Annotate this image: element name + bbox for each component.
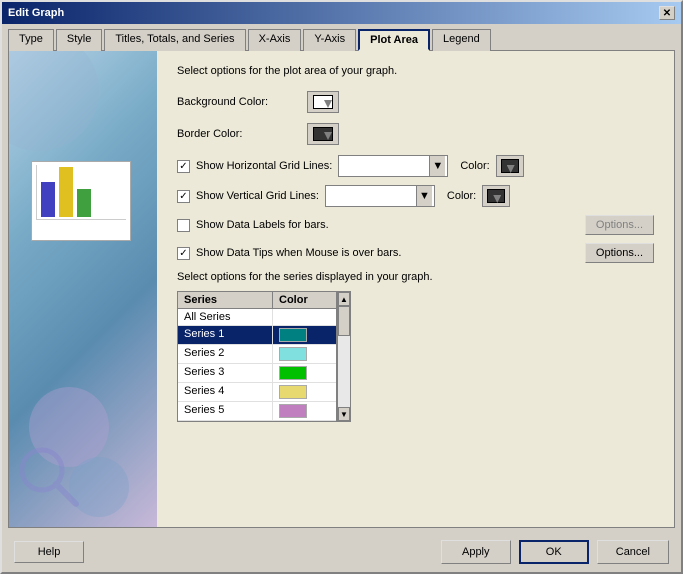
v-grid-color-button[interactable] xyxy=(482,185,510,207)
color-swatch xyxy=(279,347,307,361)
v-grid-row: Show Vertical Grid Lines: ▼ Color: xyxy=(177,185,654,207)
scrollbar-track[interactable] xyxy=(338,306,350,407)
right-buttons: Apply OK Cancel xyxy=(441,540,669,564)
series-cell-label: Series 2 xyxy=(178,345,273,363)
border-color-row: Border Color: xyxy=(177,123,654,145)
chart-preview-icon xyxy=(31,161,131,241)
scrollbar-up-button[interactable]: ▲ xyxy=(338,292,350,306)
series-cell-label: Series 5 xyxy=(178,402,273,420)
help-button[interactable]: Help xyxy=(14,541,84,563)
tab-titles[interactable]: Titles, Totals, and Series xyxy=(104,29,245,51)
window-title: Edit Graph xyxy=(8,7,64,19)
series-cell-color xyxy=(273,364,313,382)
table-row[interactable]: Series 2 xyxy=(178,345,336,364)
color-swatch xyxy=(279,385,307,399)
right-panel: Select options for the plot area of your… xyxy=(157,51,674,527)
h-grid-color-button[interactable] xyxy=(496,155,524,177)
left-panel xyxy=(9,51,157,527)
border-color-swatch xyxy=(313,127,333,141)
data-tips-options-button[interactable]: Options... xyxy=(585,243,654,263)
tabs-bar: Type Style Titles, Totals, and Series X-… xyxy=(2,24,681,50)
color-swatch xyxy=(279,328,307,342)
border-color-label: Border Color: xyxy=(177,128,307,140)
series-table-container: Series Color All Series Series 1 xyxy=(177,291,654,422)
v-grid-dropdown-arrow: ▼ xyxy=(416,186,432,206)
tab-style[interactable]: Style xyxy=(56,29,102,51)
section-description: Select options for the plot area of your… xyxy=(177,65,654,77)
v-grid-label: Show Vertical Grid Lines: xyxy=(196,190,319,202)
data-labels-row: Show Data Labels for bars. Options... xyxy=(177,215,654,235)
series-cell-color xyxy=(273,345,313,363)
h-grid-row: Show Horizontal Grid Lines: ▼ Color: xyxy=(177,155,654,177)
background-color-row: Background Color: xyxy=(177,91,654,113)
h-grid-label: Show Horizontal Grid Lines: xyxy=(196,160,332,172)
border-color-button[interactable] xyxy=(307,123,339,145)
v-grid-color-label: Color: xyxy=(447,190,476,202)
tab-type[interactable]: Type xyxy=(8,29,54,51)
v-grid-checkbox[interactable] xyxy=(177,190,190,203)
data-tips-row: Show Data Tips when Mouse is over bars. … xyxy=(177,243,654,263)
data-labels-checkbox[interactable] xyxy=(177,219,190,232)
series-cell-color xyxy=(273,383,313,401)
series-cell-color xyxy=(273,309,313,325)
series-cell-color xyxy=(273,402,313,420)
background-color-label: Background Color: xyxy=(177,96,307,108)
series-cell-label: Series 1 xyxy=(178,326,273,344)
tab-xaxis[interactable]: X-Axis xyxy=(248,29,302,51)
h-grid-color-swatch xyxy=(501,159,519,173)
table-row[interactable]: Series 5 xyxy=(178,402,336,421)
h-grid-color-label: Color: xyxy=(460,160,489,172)
series-cell-label: All Series xyxy=(178,309,273,325)
h-grid-style-dropdown[interactable]: ▼ xyxy=(338,155,448,177)
data-tips-label: Show Data Tips when Mouse is over bars. xyxy=(196,247,401,259)
color-col-header: Color xyxy=(273,292,328,308)
v-grid-color-swatch xyxy=(487,189,505,203)
tab-legend[interactable]: Legend xyxy=(432,29,491,51)
tab-yaxis[interactable]: Y-Axis xyxy=(303,29,356,51)
series-cell-label: Series 4 xyxy=(178,383,273,401)
series-table-header: Series Color xyxy=(178,292,336,309)
h-grid-checkbox[interactable] xyxy=(177,160,190,173)
close-button[interactable]: ✕ xyxy=(659,6,675,20)
color-swatch xyxy=(279,366,307,380)
tab-plotarea[interactable]: Plot Area xyxy=(358,29,430,51)
table-row[interactable]: Series 3 xyxy=(178,364,336,383)
scrollbar-down-button[interactable]: ▼ xyxy=(338,407,350,421)
edit-graph-window: Edit Graph ✕ Type Style Titles, Totals, … xyxy=(0,0,683,574)
bottom-bar: Help Apply OK Cancel xyxy=(2,532,681,572)
scrollbar-thumb[interactable] xyxy=(338,306,350,336)
data-labels-label: Show Data Labels for bars. xyxy=(196,219,329,231)
series-table-scrollbar[interactable]: ▲ ▼ xyxy=(337,291,351,422)
title-bar: Edit Graph ✕ xyxy=(2,2,681,24)
series-cell-label: Series 3 xyxy=(178,364,273,382)
main-content: Select options for the plot area of your… xyxy=(8,50,675,528)
color-swatch xyxy=(279,404,307,418)
v-grid-style-dropdown[interactable]: ▼ xyxy=(325,185,435,207)
series-cell-color xyxy=(273,326,313,344)
magnifier-icon xyxy=(14,442,84,512)
data-tips-checkbox[interactable] xyxy=(177,247,190,260)
series-description: Select options for the series displayed … xyxy=(177,271,654,283)
table-row[interactable]: Series 1 xyxy=(178,326,336,345)
series-col-header: Series xyxy=(178,292,273,308)
data-labels-options-button[interactable]: Options... xyxy=(585,215,654,235)
background-color-button[interactable] xyxy=(307,91,339,113)
cancel-button[interactable]: Cancel xyxy=(597,540,669,564)
v-grid-color-arrow xyxy=(493,195,501,203)
ok-button[interactable]: OK xyxy=(519,540,589,564)
h-grid-color-arrow xyxy=(507,165,515,173)
h-grid-dropdown-arrow: ▼ xyxy=(429,156,445,176)
table-row[interactable]: All Series xyxy=(178,309,336,326)
series-table: Series Color All Series Series 1 xyxy=(177,291,337,422)
background-color-swatch xyxy=(313,95,333,109)
apply-button[interactable]: Apply xyxy=(441,540,511,564)
table-row[interactable]: Series 4 xyxy=(178,383,336,402)
